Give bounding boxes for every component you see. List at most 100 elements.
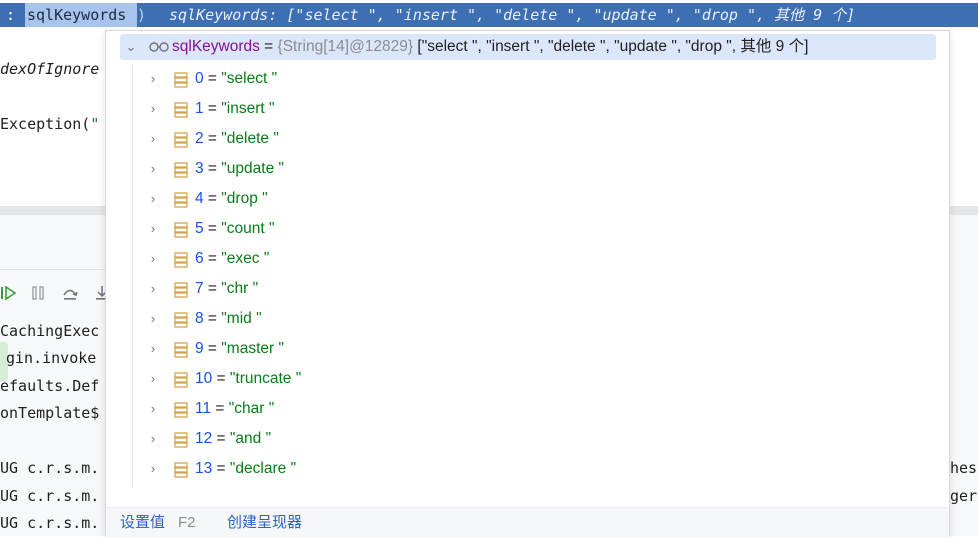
chevron-down-icon[interactable]: ⌄	[124, 34, 138, 60]
set-value-shortcut: F2	[178, 514, 196, 531]
console-line: efaults.Def	[0, 377, 100, 395]
array-element-label: 9 = "master "	[195, 336, 284, 362]
root-label: sqlKeywords = {String[14]@12829} ["selec…	[172, 34, 808, 60]
variable-value: ["select ", "insert ", "delete ", "updat…	[413, 38, 809, 55]
array-element-label: 2 = "delete "	[195, 126, 279, 152]
tree-array-element-row[interactable]: › 5 = "count "	[146, 216, 926, 242]
tree-array-element-row[interactable]: › 0 = "select "	[146, 66, 926, 92]
equals-sign: =	[212, 460, 230, 477]
debug-toolbar-divider	[0, 269, 105, 270]
chevron-right-icon[interactable]: ›	[146, 306, 160, 332]
code-fragment-index-of: dexOfIgnore	[0, 60, 100, 78]
chevron-right-icon[interactable]: ›	[146, 396, 160, 422]
array-element-label: 11 = "char "	[195, 396, 274, 422]
tree-array-element-row[interactable]: › 4 = "drop "	[146, 186, 926, 212]
equals-sign: =	[203, 130, 222, 147]
chevron-right-icon[interactable]: ›	[146, 276, 160, 302]
array-index: 0	[195, 70, 204, 87]
code-fragment-exception-word: Exception(	[0, 115, 91, 133]
array-element-icon	[174, 312, 188, 328]
chevron-right-icon[interactable]: ›	[146, 66, 160, 92]
array-element-icon	[174, 192, 188, 208]
editor-variable-highlight[interactable]: sqlKeywords	[25, 3, 137, 27]
chevron-right-icon[interactable]: ›	[146, 366, 160, 392]
array-index: 13	[195, 460, 213, 477]
array-element-value: "delete "	[221, 130, 279, 147]
console-line: gin.invoke	[6, 349, 97, 367]
array-index: 2	[195, 130, 204, 147]
chevron-right-icon[interactable]: ›	[146, 96, 160, 122]
chevron-right-icon[interactable]: ›	[146, 336, 160, 362]
array-element-label: 4 = "drop "	[195, 186, 268, 212]
equals-sign: =	[203, 100, 222, 117]
chevron-right-icon[interactable]: ›	[146, 456, 160, 482]
equals-sign: =	[203, 190, 222, 207]
chevron-right-icon[interactable]: ›	[146, 126, 160, 152]
tree-array-element-row[interactable]: › 1 = "insert "	[146, 96, 926, 122]
chevron-right-icon[interactable]: ›	[146, 186, 160, 212]
equals-sign: =	[203, 310, 222, 327]
code-fragment-exception: Exception("	[0, 115, 99, 133]
pause-icon[interactable]	[30, 285, 46, 301]
editor-colon: :	[0, 3, 25, 27]
tree-array-element-row[interactable]: › 7 = "chr "	[146, 276, 926, 302]
console-line-overflow: ger	[950, 487, 978, 505]
array-element-value: "exec "	[221, 250, 270, 267]
array-element-value: "char "	[228, 400, 275, 417]
code-fragment-exception-quote: "	[90, 115, 100, 133]
array-index: 10	[195, 370, 213, 387]
chevron-right-icon[interactable]: ›	[146, 426, 160, 452]
tree-array-element-row[interactable]: › 11 = "char "	[146, 396, 926, 422]
tree-guide-line	[132, 65, 133, 487]
tree-array-element-row[interactable]: › 13 = "declare "	[146, 456, 926, 482]
chevron-right-icon[interactable]: ›	[146, 216, 160, 242]
array-element-label: 8 = "mid "	[195, 306, 262, 332]
tree-array-element-row[interactable]: › 9 = "master "	[146, 336, 926, 362]
array-element-label: 12 = "and "	[195, 426, 271, 452]
tree-array-element-row[interactable]: › 12 = "and "	[146, 426, 926, 452]
array-element-label: 10 = "truncate "	[195, 366, 301, 392]
array-index: 6	[195, 250, 204, 267]
resume-icon[interactable]	[0, 285, 16, 301]
array-index: 3	[195, 160, 204, 177]
array-index: 9	[195, 340, 204, 357]
equals-sign: =	[203, 70, 222, 87]
array-element-icon	[174, 132, 188, 148]
tree-array-element-row[interactable]: › 3 = "update "	[146, 156, 926, 182]
editor-current-line: : sqlKeywords ) sqlKeywords: ["select ",…	[0, 0, 978, 30]
array-index: 1	[195, 100, 204, 117]
variable-name: sqlKeywords	[172, 38, 260, 55]
array-element-icon	[174, 402, 188, 418]
array-element-value: "and "	[229, 430, 272, 447]
console-log-line: UG c.r.s.m.	[0, 487, 100, 505]
array-index: 5	[195, 220, 204, 237]
console-log-line: UG c.r.s.m.	[0, 514, 100, 532]
console-line: onTemplate$	[0, 404, 100, 422]
array-element-value: "truncate "	[229, 370, 302, 387]
step-over-icon[interactable]	[62, 285, 78, 301]
console-line: CachingExec	[0, 322, 100, 340]
array-element-icon	[174, 222, 188, 238]
tree-array-element-row[interactable]: › 2 = "delete "	[146, 126, 926, 152]
tree-array-element-row[interactable]: › 8 = "mid "	[146, 306, 926, 332]
variable-tree: ⌄ sqlKeywords = {String[14]@12829} ["sel…	[106, 31, 949, 507]
watch-glasses-icon	[149, 42, 169, 52]
tree-root-row[interactable]: ⌄ sqlKeywords = {String[14]@12829} ["sel…	[120, 34, 936, 60]
array-element-icon	[174, 342, 188, 358]
chevron-right-icon[interactable]: ›	[146, 246, 160, 272]
array-element-value: "select "	[221, 70, 278, 87]
inline-debug-value-hint[interactable]: sqlKeywords: ["select ", "insert ", "del…	[147, 3, 978, 27]
tree-array-element-row[interactable]: › 10 = "truncate "	[146, 366, 926, 392]
array-index: 12	[195, 430, 213, 447]
chevron-right-icon[interactable]: ›	[146, 156, 160, 182]
equals-sign: =	[259, 38, 278, 55]
create-renderer-link[interactable]: 创建呈现器	[227, 508, 302, 538]
array-element-label: 0 = "select "	[195, 66, 277, 92]
equals-sign: =	[203, 250, 222, 267]
tree-array-element-row[interactable]: › 6 = "exec "	[146, 246, 926, 272]
equals-sign: =	[203, 340, 222, 357]
array-element-label: 1 = "insert "	[195, 96, 275, 122]
array-element-label: 6 = "exec "	[195, 246, 269, 272]
set-value-link[interactable]: 设置值	[120, 508, 165, 538]
array-element-icon	[174, 432, 188, 448]
